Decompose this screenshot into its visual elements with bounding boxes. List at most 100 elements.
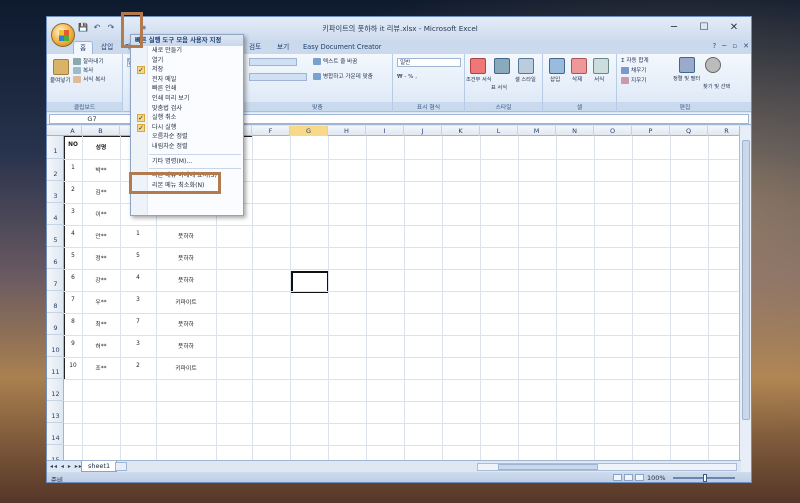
hscroll-thumb[interactable]	[498, 464, 598, 470]
table-cell[interactable]: 우**	[82, 297, 120, 307]
close-button[interactable]: ✕	[719, 20, 749, 36]
tab-review[interactable]: 검토	[243, 41, 267, 54]
row-header-11[interactable]: 11	[47, 357, 64, 379]
column-header-A[interactable]: A	[64, 126, 82, 136]
row-header-5[interactable]: 5	[47, 225, 64, 247]
table-cell[interactable]: 7	[64, 297, 82, 307]
table-cell[interactable]: 3	[120, 341, 156, 351]
table-cell[interactable]	[216, 363, 252, 373]
table-cell[interactable]	[216, 319, 252, 329]
conditional-format-label[interactable]: 조건부 서식	[466, 76, 492, 84]
table-cell[interactable]: 1	[64, 165, 82, 175]
scroll-thumb[interactable]	[742, 140, 750, 420]
table-cell[interactable]	[216, 253, 252, 263]
row-header-10[interactable]: 10	[47, 335, 64, 357]
conditional-format-icon[interactable]	[470, 58, 486, 74]
column-header-K[interactable]: K	[442, 126, 480, 136]
row-header-1[interactable]: 1	[47, 136, 64, 159]
table-cell[interactable]: 키파이트	[156, 363, 216, 373]
paste-icon[interactable]	[53, 59, 69, 75]
table-cell[interactable]: 3	[64, 209, 82, 219]
horizontal-scrollbar[interactable]	[477, 463, 737, 471]
delete-cells-icon[interactable]	[571, 58, 587, 74]
office-button[interactable]	[51, 23, 75, 47]
maximize-button[interactable]: ☐	[689, 20, 719, 36]
table-cell[interactable]: 5	[120, 253, 156, 263]
row-header-6[interactable]: 6	[47, 247, 64, 269]
table-cell[interactable]: 풋하하	[156, 275, 216, 285]
menu-item[interactable]: 새로 만들기	[131, 46, 243, 56]
table-cell[interactable]: 풋하하	[156, 231, 216, 241]
number-format-select[interactable]: 일반	[397, 58, 461, 67]
sort-filter-label[interactable]: 정렬 및 필터	[673, 75, 700, 83]
menu-item[interactable]: ✓ 저장	[131, 65, 243, 75]
page-layout-view-icon[interactable]	[624, 474, 633, 481]
menu-item[interactable]: ✓ 다시 실행	[131, 123, 243, 133]
zoom-slider[interactable]	[673, 474, 735, 482]
table-cell[interactable]: 김**	[82, 187, 120, 197]
tab-home[interactable]: 홈	[73, 41, 94, 54]
fill-button[interactable]: 채우기	[621, 67, 646, 75]
wrap-text-button[interactable]: 텍스트 줄 바꿈	[313, 58, 357, 66]
menu-item[interactable]: 빠른 인쇄	[131, 84, 243, 94]
cut-button[interactable]: 잘라내기	[73, 58, 104, 66]
table-header-cell[interactable]: NO	[64, 142, 82, 152]
restore-icon[interactable]: ▫	[732, 42, 737, 50]
table-cell[interactable]: 정**	[82, 253, 120, 263]
table-cell[interactable]: 4	[120, 275, 156, 285]
format-painter-button[interactable]: 서식 복사	[73, 76, 105, 84]
format-cells-icon[interactable]	[593, 58, 609, 74]
table-format-icon[interactable]	[494, 58, 510, 74]
table-cell[interactable]: 허**	[82, 341, 120, 351]
table-cell[interactable]: 키파이트	[156, 297, 216, 307]
row-header-9[interactable]: 9	[47, 313, 64, 335]
find-select-label[interactable]: 찾기 및 선택	[703, 83, 730, 91]
table-cell[interactable]: 2	[120, 363, 156, 373]
merge-center-button[interactable]: 병합하고 가운데 맞춤	[313, 73, 373, 81]
zoom-level[interactable]: 100%	[647, 474, 666, 482]
help-icon[interactable]: ?	[712, 42, 716, 50]
column-header-B[interactable]: B	[82, 126, 120, 136]
row-header-8[interactable]: 8	[47, 291, 64, 313]
insert-cells-label[interactable]: 삽입	[550, 76, 560, 84]
selected-cell[interactable]	[291, 271, 329, 293]
menu-item-more-commands[interactable]: 기타 명령(M)...	[131, 157, 243, 167]
row-header-4[interactable]: 4	[47, 203, 64, 225]
copy-button[interactable]: 복사	[73, 67, 93, 75]
align-horizontal-buttons[interactable]	[249, 73, 307, 81]
tab-view[interactable]: 보기	[271, 41, 295, 54]
column-header-Q[interactable]: Q	[670, 126, 708, 136]
table-cell[interactable]: 5	[64, 253, 82, 263]
paste-button[interactable]: 붙여넣기	[50, 77, 71, 85]
table-cell[interactable]: 6	[64, 275, 82, 285]
table-cell[interactable]: 4	[64, 231, 82, 241]
table-cell[interactable]: 8	[64, 319, 82, 329]
sheet-nav-arrows[interactable]: ◂◂ ◂ ▸ ▸▸	[50, 463, 83, 470]
number-symbols[interactable]: ₩ - % ,	[397, 73, 417, 81]
format-cells-label[interactable]: 서식	[594, 76, 604, 84]
sheet-tab[interactable]: sheet1	[81, 461, 118, 472]
table-cell[interactable]: 최**	[82, 319, 120, 329]
row-header-12[interactable]: 12	[47, 379, 64, 401]
table-cell[interactable]	[216, 341, 252, 351]
insert-cells-icon[interactable]	[549, 58, 565, 74]
column-header-G[interactable]: G	[290, 126, 328, 136]
table-cell[interactable]: 2	[64, 187, 82, 197]
tab-easy-document-creator[interactable]: Easy Document Creator	[297, 41, 388, 54]
table-cell[interactable]: 안**	[82, 231, 120, 241]
column-header-F[interactable]: F	[252, 126, 290, 136]
binoculars-icon[interactable]	[705, 57, 721, 73]
menu-item[interactable]: ✓ 실행 취소	[131, 113, 243, 123]
cell-style-label[interactable]: 셀 스타일	[515, 76, 536, 84]
table-cell[interactable]: 풋하하	[156, 341, 216, 351]
table-cell[interactable]: 강**	[82, 275, 120, 285]
table-cell[interactable]: 풋하하	[156, 253, 216, 263]
page-break-view-icon[interactable]	[635, 474, 644, 481]
row-header-14[interactable]: 14	[47, 423, 64, 445]
column-header-L[interactable]: L	[480, 126, 518, 136]
table-header-cell[interactable]: 성명	[82, 142, 120, 152]
menu-item[interactable]: 열기	[131, 56, 243, 66]
normal-view-icon[interactable]	[613, 474, 622, 481]
name-box[interactable]: G7	[49, 114, 135, 124]
insert-sheet-icon[interactable]	[115, 462, 127, 471]
